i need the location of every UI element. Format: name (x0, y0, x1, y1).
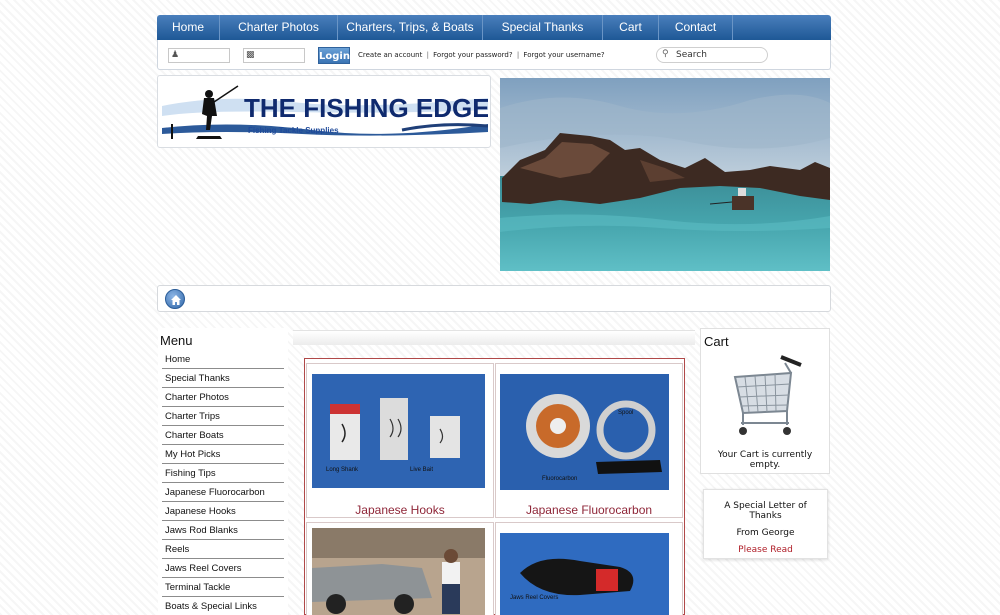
product-grid: Long Shank Live Bait Japanese Hooks Fluo… (304, 358, 685, 615)
caption-fluorocarbon: Fluorocarbon (542, 476, 577, 482)
menu-item-reels[interactable]: Reels (162, 540, 284, 559)
menu-item-my-hot-picks[interactable]: My Hot Picks (162, 445, 284, 464)
lock-icon: ▩ (246, 50, 255, 60)
menu-item-japanese-fluorocarbon[interactable]: Japanese Fluorocarbon (162, 483, 284, 502)
user-icon: ♟ (171, 50, 180, 60)
menu-item-charter-boats[interactable]: Charter Boats (162, 426, 284, 445)
content-header-strip (293, 330, 695, 345)
nav-charter-photos[interactable]: Charter Photos (220, 15, 338, 40)
menu-item-boats-special-links[interactable]: Boats & Special Links (162, 597, 284, 615)
menu-item-home[interactable]: Home (162, 350, 284, 369)
link-separator: | (516, 51, 520, 59)
hero-image (500, 78, 830, 271)
nav-home[interactable]: Home (157, 15, 220, 40)
password-field[interactable]: ▩ (243, 48, 305, 63)
caption-live-bait: Live Bait (410, 467, 433, 473)
login-button[interactable]: Login (318, 47, 350, 64)
search-icon: ⚲ (662, 49, 669, 59)
product-image-japanese-fluorocarbon[interactable]: Fluorocarbon Spool (500, 374, 669, 490)
logo-box: THE FISHING EDGE Fishing Tackle Supplies (157, 75, 491, 148)
product-image-jaws-reel-covers[interactable]: Jaws Reel Covers (500, 533, 669, 615)
create-account-link[interactable]: Create an account (358, 51, 422, 59)
caption-long-shank: Long Shank (326, 467, 359, 473)
menu-item-fishing-tips[interactable]: Fishing Tips (162, 464, 284, 483)
cart-status: Your Cart is currently empty. (717, 450, 813, 470)
menu-item-jaws-reel-covers[interactable]: Jaws Reel Covers (162, 559, 284, 578)
link-separator: | (426, 51, 429, 59)
logo-title: THE FISHING EDGE (244, 93, 488, 123)
home-icon[interactable] (165, 289, 185, 309)
login-links: Create an account | Forgot your password… (358, 51, 605, 59)
username-field[interactable]: ♟ (168, 48, 230, 63)
shopping-cart-icon[interactable] (729, 349, 809, 439)
cart-box: Cart Your Cart is currently empty. (700, 328, 830, 474)
nav-cart[interactable]: Cart (603, 15, 659, 40)
breadcrumb (157, 285, 831, 312)
top-nav: Home Charter Photos Charters, Trips, & B… (157, 15, 831, 40)
product-card[interactable] (306, 522, 494, 615)
special-letter-box: A Special Letter of Thanks From George P… (703, 489, 828, 559)
product-card[interactable]: Fluorocarbon Spool Japanese Fluorocarbon (495, 363, 683, 518)
logo-subtitle: Fishing Tackle Supplies (248, 126, 339, 135)
product-image-japanese-hooks[interactable]: Long Shank Live Bait (312, 374, 485, 488)
product-card[interactable]: Jaws Reel Covers (495, 522, 683, 615)
search-placeholder: Search (676, 50, 707, 60)
search-input[interactable]: ⚲ Search (656, 47, 768, 63)
menu-item-special-thanks[interactable]: Special Thanks (162, 369, 284, 388)
nav-charters-trips-boats[interactable]: Charters, Trips, & Boats (338, 15, 483, 40)
caption-jaws-reel-covers: Jaws Reel Covers (510, 595, 558, 601)
menu-title: Menu (160, 333, 193, 348)
menu-item-terminal-tackle[interactable]: Terminal Tackle (162, 578, 284, 597)
caption-spool: Spool (618, 410, 633, 416)
cart-title: Cart (704, 334, 729, 349)
product-title-japanese-fluorocarbon[interactable]: Japanese Fluorocarbon (496, 503, 682, 517)
nav-contact[interactable]: Contact (659, 15, 733, 40)
product-image-charter-photo[interactable] (312, 528, 485, 615)
product-card[interactable]: Long Shank Live Bait Japanese Hooks (306, 363, 494, 518)
menu-item-japanese-hooks[interactable]: Japanese Hooks (162, 502, 284, 521)
left-menu: Menu Home Special Thanks Charter Photos … (158, 328, 288, 615)
nav-special-thanks[interactable]: Special Thanks (483, 15, 603, 40)
menu-item-charter-photos[interactable]: Charter Photos (162, 388, 284, 407)
site-logo[interactable]: THE FISHING EDGE Fishing Tackle Supplies (162, 84, 488, 140)
forgot-password-link[interactable]: Forgot your password? (433, 51, 512, 59)
letter-title: A Special Letter of Thanks (724, 501, 807, 521)
menu-item-jaws-rod-blanks[interactable]: Jaws Rod Blanks (162, 521, 284, 540)
login-bar: ♟ ▩ Login Create an account | Forgot you… (157, 40, 831, 70)
letter-from: From George (736, 528, 795, 538)
product-title-japanese-hooks[interactable]: Japanese Hooks (307, 503, 493, 517)
please-read-link[interactable]: Please Read (704, 545, 827, 555)
forgot-username-link[interactable]: Forgot your username? (523, 51, 604, 59)
menu-item-charter-trips[interactable]: Charter Trips (162, 407, 284, 426)
